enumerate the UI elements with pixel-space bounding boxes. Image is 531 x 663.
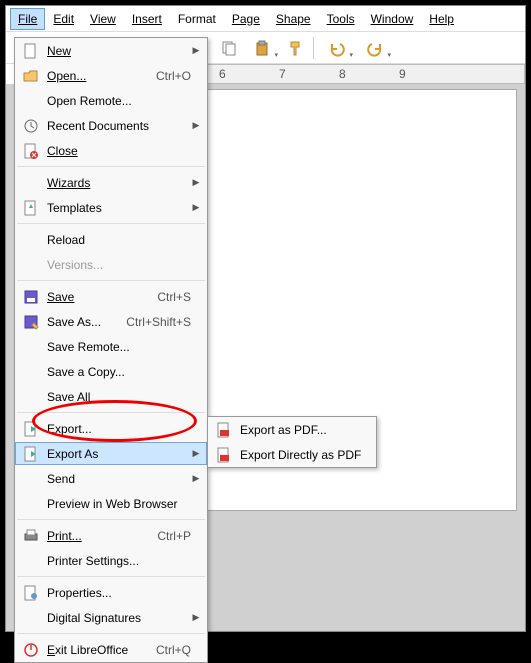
tool-clone-format[interactable]	[282, 35, 308, 61]
tool-undo[interactable]	[319, 35, 355, 61]
menu-file[interactable]: File	[10, 8, 45, 30]
submenu-arrow-icon: ▶	[191, 202, 201, 213]
pdf-direct-icon	[214, 445, 234, 465]
mi-new[interactable]: New ▶	[15, 38, 207, 63]
mi-send[interactable]: Send ▶	[15, 466, 207, 491]
new-doc-icon	[21, 41, 41, 61]
properties-icon	[21, 583, 41, 603]
mi-versions: Versions...	[15, 252, 207, 277]
menu-insert[interactable]: Insert	[124, 8, 170, 30]
mi-printer-settings[interactable]: Printer Settings...	[15, 548, 207, 573]
menu-separator	[17, 576, 205, 577]
submenu-arrow-icon: ▶	[191, 612, 201, 623]
menu-format[interactable]: Format	[170, 8, 224, 30]
menu-help[interactable]: Help	[421, 8, 462, 30]
close-doc-icon	[21, 141, 41, 161]
submenu-arrow-icon: ▶	[191, 177, 201, 188]
shortcut: Ctrl+Shift+S	[126, 315, 191, 329]
shortcut: Ctrl+P	[157, 529, 191, 543]
menu-separator	[17, 280, 205, 281]
menu-separator	[17, 166, 205, 167]
submenu-arrow-icon: ▶	[191, 448, 201, 459]
menu-view[interactable]: View	[82, 8, 124, 30]
menu-edit[interactable]: Edit	[45, 8, 82, 30]
mi-save-copy[interactable]: Save a Copy...	[15, 359, 207, 384]
mi-templates[interactable]: Templates ▶	[15, 195, 207, 220]
menubar: File Edit View Insert Format Page Shape …	[6, 6, 525, 32]
file-menu-dropdown: New ▶ Open... Ctrl+O Open Remote... Rece…	[14, 37, 208, 663]
tool-redo[interactable]	[357, 35, 393, 61]
mi-print[interactable]: Print... Ctrl+P	[15, 523, 207, 548]
export-icon	[21, 419, 41, 439]
mi-save[interactable]: Save Ctrl+S	[15, 284, 207, 309]
menu-tools[interactable]: Tools	[319, 8, 363, 30]
save-icon	[21, 287, 41, 307]
export-as-icon	[21, 444, 41, 464]
power-icon	[21, 640, 41, 660]
mi-export[interactable]: Export...	[15, 416, 207, 441]
save-as-icon	[21, 312, 41, 332]
mi-recent[interactable]: Recent Documents ▶	[15, 113, 207, 138]
mi-properties[interactable]: Properties...	[15, 580, 207, 605]
print-icon	[21, 526, 41, 546]
mi-reload[interactable]: Reload	[15, 227, 207, 252]
shortcut: Ctrl+S	[157, 290, 191, 304]
menu-separator	[17, 519, 205, 520]
pdf-icon	[214, 420, 234, 440]
menu-page[interactable]: Page	[224, 8, 268, 30]
tool-copy[interactable]	[216, 35, 242, 61]
mi-export-direct-pdf[interactable]: Export Directly as PDF	[208, 442, 376, 467]
folder-open-icon	[21, 66, 41, 86]
mi-preview-browser[interactable]: Preview in Web Browser	[15, 491, 207, 516]
menu-window[interactable]: Window	[363, 8, 422, 30]
mi-digital-signatures[interactable]: Digital Signatures ▶	[15, 605, 207, 630]
mi-save-as[interactable]: Save As... Ctrl+Shift+S	[15, 309, 207, 334]
menu-separator	[17, 223, 205, 224]
mi-open-remote[interactable]: Open Remote...	[15, 88, 207, 113]
horizontal-ruler[interactable]: 6 7 8 9	[198, 64, 525, 84]
submenu-arrow-icon: ▶	[191, 45, 201, 56]
submenu-arrow-icon: ▶	[191, 473, 201, 484]
mi-save-remote[interactable]: Save Remote...	[15, 334, 207, 359]
toolbar-sep	[313, 37, 314, 59]
mi-open[interactable]: Open... Ctrl+O	[15, 63, 207, 88]
mi-export-pdf[interactable]: Export as PDF...	[208, 417, 376, 442]
menu-separator	[17, 412, 205, 413]
shortcut: Ctrl+O	[156, 69, 191, 83]
tool-paste[interactable]	[244, 35, 280, 61]
submenu-arrow-icon: ▶	[191, 120, 201, 131]
mi-save-all[interactable]: Save All	[15, 384, 207, 409]
shortcut: Ctrl+Q	[156, 643, 191, 657]
mi-exit[interactable]: Exit LibreOffice Ctrl+Q	[15, 637, 207, 662]
menu-separator	[17, 633, 205, 634]
mi-close[interactable]: Close	[15, 138, 207, 163]
templates-icon	[21, 198, 41, 218]
app-window: File Edit View Insert Format Page Shape …	[5, 5, 526, 632]
clock-icon	[21, 116, 41, 136]
menu-shape[interactable]: Shape	[268, 8, 319, 30]
mi-wizards[interactable]: Wizards ▶	[15, 170, 207, 195]
export-as-submenu: Export as PDF... Export Directly as PDF	[207, 416, 377, 468]
mi-export-as[interactable]: Export As ▶	[15, 442, 207, 465]
